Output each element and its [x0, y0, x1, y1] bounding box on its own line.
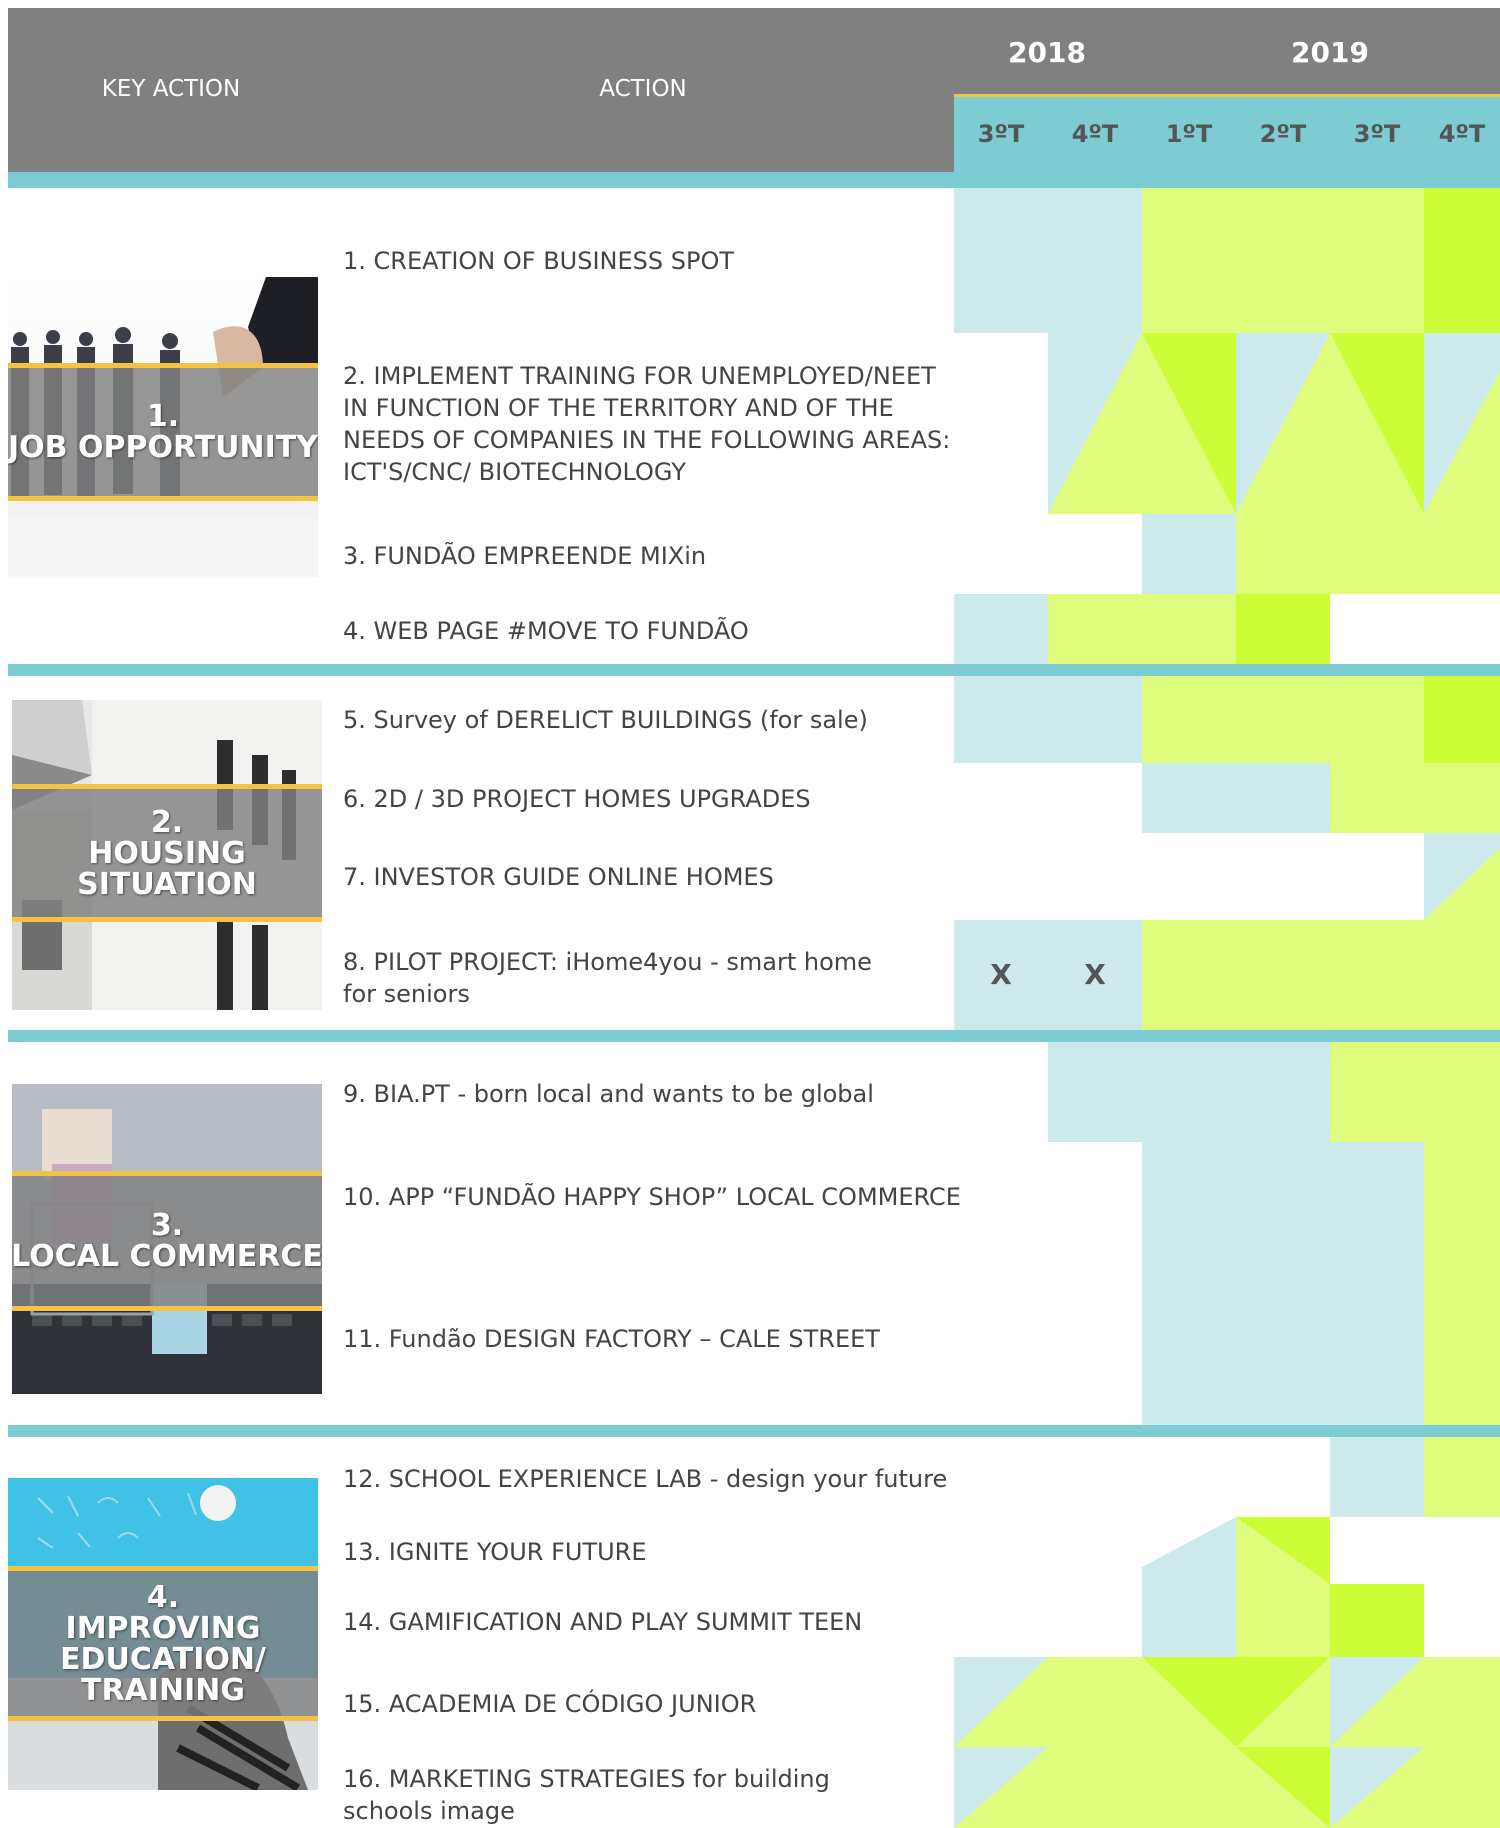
- schedule-mark-x: X: [1084, 958, 1106, 991]
- gantt-cell-triangles: [1142, 1517, 1330, 1584]
- gantt-cell: [1142, 188, 1424, 333]
- gantt-cell: [954, 594, 1048, 664]
- action-item: 1. CREATION OF BUSINESS SPOT: [343, 247, 735, 275]
- gantt-cell: [954, 188, 1142, 333]
- quarter-header: 4ºT: [1071, 120, 1119, 148]
- section-separator: [8, 664, 1500, 676]
- action-item: 14. GAMIFICATION AND PLAY SUMMIT TEEN: [343, 1608, 863, 1636]
- key-action-title: LOCAL COMMERCE: [12, 1239, 322, 1274]
- gantt-cell: [954, 676, 1142, 763]
- action-item: 16. MARKETING STRATEGIES for building sc…: [343, 1765, 830, 1825]
- gantt-cell: [1236, 594, 1330, 664]
- schedule-mark-x: X: [990, 958, 1012, 991]
- key-action-title: HOUSING: [88, 835, 246, 871]
- gantt-cell: [1330, 1584, 1424, 1657]
- quarter-header: 4ºT: [1438, 120, 1486, 148]
- gantt-cell: [1142, 920, 1500, 1030]
- gantt-cell: [1330, 763, 1500, 833]
- action-item: 2. IMPLEMENT TRAINING FOR UNEMPLOYED/NEE…: [343, 362, 951, 486]
- key-action-job-opportunity: 1. JOB OPPORTUNITY: [8, 277, 318, 577]
- key-action-header: KEY ACTION: [101, 76, 241, 102]
- action-item: 7. INVESTOR GUIDE ONLINE HOMES: [343, 863, 774, 891]
- gantt-cell: [1142, 763, 1330, 833]
- action-item: 5. Survey of DERELICT BUILDINGS (for sal…: [343, 706, 868, 734]
- gantt-cell: [1142, 514, 1236, 594]
- action-item: 8. PILOT PROJECT: iHome4you - smart home…: [343, 948, 872, 1008]
- key-action-number: 4.: [146, 1579, 180, 1615]
- section-separator: [8, 1425, 1500, 1437]
- action-item: 4. WEB PAGE #MOVE TO FUNDÃO: [343, 617, 749, 645]
- header-gold-line: [954, 94, 1500, 97]
- key-action-title: IMPROVING: [65, 1610, 261, 1646]
- gantt-cell: [1048, 594, 1236, 664]
- key-action-band: 3. LOCAL COMMERCE: [12, 1171, 322, 1311]
- action-item: 10. APP “FUNDÃO HAPPY SHOP” LOCAL COMMER…: [343, 1183, 961, 1211]
- quarter-header: 1ºT: [1165, 120, 1213, 148]
- key-action-band: 1. JOB OPPORTUNITY: [8, 363, 318, 501]
- gantt-cell: [1424, 188, 1500, 333]
- quarter-header: 3ºT: [977, 120, 1025, 148]
- action-item: 3. FUNDÃO EMPREENDE MIXin: [343, 542, 707, 570]
- action-item: 15. ACADEMIA DE CÓDIGO JUNIOR: [343, 1690, 757, 1718]
- action-item: 6. 2D / 3D PROJECT HOMES UPGRADES: [343, 785, 811, 813]
- gantt-cell-triangles: [1424, 833, 1500, 920]
- header-teal-bar: [8, 172, 1500, 188]
- key-action-local-commerce: 3. LOCAL COMMERCE: [12, 1084, 322, 1394]
- key-action-improving-education: 4. IMPROVING EDUCATION/ TRAINING: [8, 1478, 318, 1790]
- gantt-cell: [1424, 1142, 1500, 1425]
- quarter-header: 3ºT: [1353, 120, 1401, 148]
- gantt-cell: [1048, 1042, 1330, 1142]
- action-item: 12. SCHOOL EXPERIENCE LAB - design your …: [343, 1465, 948, 1493]
- key-action-band: 2. HOUSING SITUATION: [12, 784, 322, 922]
- gantt-cell: [1142, 1584, 1236, 1657]
- action-item: 9. BIA.PT - born local and wants to be g…: [343, 1080, 874, 1108]
- key-action-housing-situation: 2. HOUSING SITUATION: [12, 700, 322, 1010]
- key-action-title: EDUCATION/: [60, 1641, 266, 1677]
- key-action-title: TRAINING: [81, 1672, 245, 1708]
- key-action-number: 2.: [150, 804, 184, 840]
- gantt-cell-triangles: [1048, 333, 1500, 514]
- key-action-band: 4. IMPROVING EDUCATION/ TRAINING: [8, 1566, 318, 1721]
- action-item: 11. Fundão DESIGN FACTORY – CALE STREET: [343, 1325, 880, 1353]
- gantt-cell: [1236, 514, 1500, 594]
- gantt-cell: [1330, 1437, 1424, 1517]
- key-action-number: 3.: [150, 1208, 184, 1243]
- gantt-cell: [1424, 1437, 1500, 1517]
- key-action-title: SITUATION: [77, 866, 257, 902]
- key-action-number: 1.: [146, 399, 180, 434]
- section-separator: [8, 1030, 1500, 1042]
- gantt-cell-triangles: [954, 1657, 1500, 1828]
- gantt-cell: [1236, 1584, 1330, 1657]
- gantt-cell: [1330, 1042, 1500, 1142]
- year-2018: 2018: [1008, 36, 1086, 69]
- gantt-cell: [1142, 1142, 1424, 1425]
- action-header: ACTION: [599, 76, 687, 102]
- gantt-cell: [1142, 676, 1424, 763]
- year-2019: 2019: [1291, 36, 1369, 69]
- gantt-cell: [1424, 676, 1500, 763]
- quarter-header: 2ºT: [1259, 120, 1307, 148]
- action-item: 13. IGNITE YOUR FUTURE: [343, 1538, 647, 1566]
- key-action-title: JOB OPPORTUNITY: [8, 430, 318, 465]
